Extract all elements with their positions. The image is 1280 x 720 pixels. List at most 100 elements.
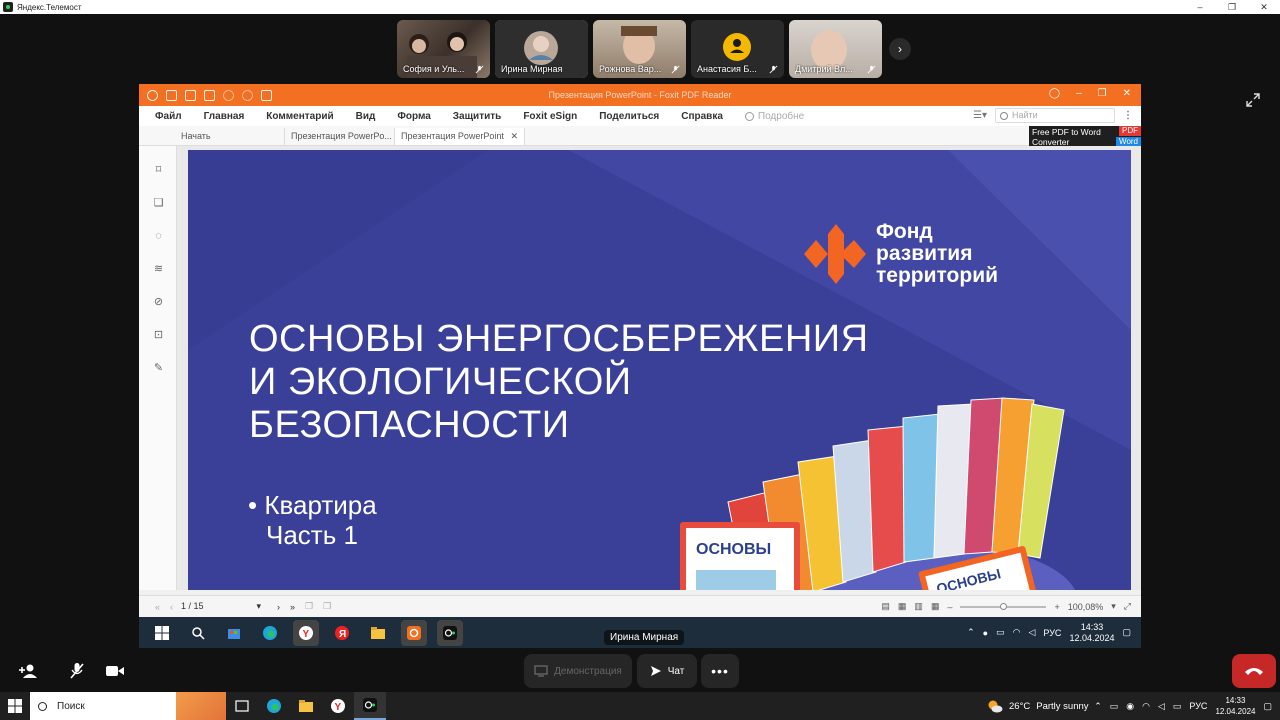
volume-icon[interactable]: ◁ xyxy=(1028,627,1035,638)
notification-icon[interactable]: ▢ xyxy=(1263,701,1272,712)
layers-icon[interactable]: ≋ xyxy=(152,263,165,276)
converter-ad[interactable]: Free PDF to Word Converter PDF Word xyxy=(1029,126,1141,148)
maximize-button[interactable]: ❐ xyxy=(1216,0,1248,14)
view-options-icon[interactable]: ☰▾ xyxy=(973,110,987,121)
copy-page-icon[interactable]: ❐ xyxy=(305,601,313,612)
edge-icon[interactable] xyxy=(258,692,290,720)
telemost-taskbar-icon[interactable] xyxy=(437,619,463,646)
menu-comment[interactable]: Комментарий xyxy=(266,111,333,122)
menu-protect[interactable]: Защитить xyxy=(453,111,502,122)
comments-icon[interactable]: ◌ xyxy=(152,230,165,243)
pages-icon[interactable]: ❏ xyxy=(152,197,165,210)
tab-presentation-2[interactable]: Презентация PowerPoint ✕ xyxy=(395,128,525,145)
weather-widget[interactable]: 26°C Partly sunny xyxy=(987,692,1089,720)
attachment-icon[interactable]: ⊘ xyxy=(152,296,165,309)
security-icon[interactable]: ⊡ xyxy=(152,329,165,342)
close-button[interactable]: ✕ xyxy=(1248,0,1280,14)
signature-icon[interactable]: ✎ xyxy=(152,362,165,375)
search-icon[interactable] xyxy=(185,620,211,646)
menu-help[interactable]: Справка xyxy=(681,111,723,122)
minimize-button[interactable]: – xyxy=(1076,88,1082,99)
grid-view-icon[interactable]: ▦ xyxy=(931,601,940,612)
more-icon[interactable]: ⋮ xyxy=(1123,110,1133,121)
taskbar-search[interactable]: Поиск xyxy=(30,692,226,720)
microphone-icon[interactable]: ● xyxy=(983,628,988,638)
menu-home[interactable]: Главная xyxy=(204,111,245,122)
prev-page-icon[interactable]: ‹ xyxy=(170,602,173,612)
page-indicator[interactable]: 1 / 15 ▾ xyxy=(181,601,261,612)
yandex-browser-icon[interactable]: Y xyxy=(293,619,319,646)
shared-clock[interactable]: 14:33 12.04.2024 xyxy=(1069,622,1114,644)
chat-button[interactable]: Чат xyxy=(637,654,697,688)
page-dropdown-icon[interactable]: ▾ xyxy=(256,601,261,612)
zoom-dropdown-icon[interactable]: ▾ xyxy=(1111,601,1116,612)
camera-toggle-button[interactable] xyxy=(98,654,132,688)
participant-tile[interactable]: Рожнова Вар... xyxy=(593,20,686,78)
file-explorer-icon[interactable] xyxy=(365,620,391,646)
telemost-taskbar-icon[interactable] xyxy=(354,692,386,720)
notification-icon[interactable]: ▢ xyxy=(1122,627,1131,638)
close-tab-icon[interactable]: ✕ xyxy=(510,131,518,142)
more-options-button[interactable]: ••• xyxy=(701,654,739,688)
yandex-browser-icon[interactable]: Y xyxy=(322,692,354,720)
edge-icon[interactable] xyxy=(257,620,283,646)
zoom-value[interactable]: 100,08% xyxy=(1068,602,1104,612)
store-icon[interactable] xyxy=(221,620,247,646)
location-icon[interactable]: ◉ xyxy=(1126,701,1134,712)
battery-icon[interactable]: ▭ xyxy=(1110,701,1119,712)
participant-tile[interactable]: Анастасия Б... xyxy=(691,20,784,78)
first-page-icon[interactable]: « xyxy=(155,602,160,612)
touchpad-icon[interactable]: ▭ xyxy=(996,627,1005,638)
menu-form[interactable]: Форма xyxy=(397,111,430,122)
minimize-button[interactable]: – xyxy=(1184,0,1216,14)
tab-presentation-1[interactable]: Презентация PowerPo... xyxy=(285,128,395,145)
tray-up-icon[interactable]: ⌃ xyxy=(967,627,975,638)
next-page-icon[interactable]: › xyxy=(277,602,280,612)
chevron-right-icon[interactable]: › xyxy=(889,38,911,60)
yandex-icon[interactable]: Я xyxy=(329,620,355,646)
tell-me-box[interactable]: Подробне xyxy=(744,111,804,122)
menu-esign[interactable]: Foxit eSign xyxy=(523,111,577,122)
facing-page-icon[interactable]: ▥ xyxy=(914,601,923,612)
wifi-icon[interactable]: ◠ xyxy=(1013,627,1021,638)
display-icon[interactable]: ▭ xyxy=(1173,701,1182,712)
end-call-button[interactable] xyxy=(1232,654,1276,688)
microphone-toggle-button[interactable] xyxy=(60,654,94,688)
extract-page-icon[interactable]: ❐ xyxy=(323,601,331,612)
tab-start[interactable]: Начать xyxy=(175,128,285,145)
participant-tile[interactable]: София и Уль... xyxy=(397,20,490,78)
bookmark-icon[interactable]: ⌑ xyxy=(152,164,165,177)
restore-button[interactable]: ❐ xyxy=(1098,88,1107,99)
wifi-icon[interactable]: ◠ xyxy=(1142,701,1150,712)
participant-tile[interactable]: Дмитрий Вл... xyxy=(789,20,882,78)
fit-window-icon[interactable]: ⤢ xyxy=(1124,601,1131,612)
language-indicator[interactable]: РУС xyxy=(1043,628,1061,638)
close-button[interactable]: ✕ xyxy=(1123,88,1131,99)
task-view-icon[interactable] xyxy=(226,692,258,720)
participant-tile-active[interactable]: Ирина Мирная xyxy=(495,20,588,78)
account-icon[interactable]: ◯ xyxy=(1049,88,1060,99)
menu-share[interactable]: Поделиться xyxy=(599,111,659,122)
screen-share-button[interactable]: Демонстрация xyxy=(524,654,632,688)
language-indicator[interactable]: РУС xyxy=(1189,701,1207,711)
zoom-slider-knob[interactable] xyxy=(1000,602,1008,610)
volume-icon[interactable]: ◁ xyxy=(1158,701,1165,712)
zoom-out-icon[interactable]: – xyxy=(947,602,952,612)
foxit-taskbar-icon[interactable] xyxy=(401,619,427,646)
foxit-sidebar: ⌑ ❏ ◌ ≋ ⊘ ⊡ ✎ xyxy=(139,146,177,590)
windows-start-icon[interactable] xyxy=(149,620,175,646)
menu-file[interactable]: Файл xyxy=(155,111,182,122)
tray-up-icon[interactable]: ⌃ xyxy=(1094,701,1102,712)
single-page-icon[interactable]: ▤ xyxy=(881,601,890,612)
fullscreen-icon[interactable] xyxy=(1246,93,1264,111)
last-page-icon[interactable]: » xyxy=(290,602,295,612)
continuous-page-icon[interactable]: ▦ xyxy=(898,601,907,612)
file-explorer-icon[interactable] xyxy=(290,692,322,720)
taskbar-clock[interactable]: 14:33 12.04.2024 xyxy=(1215,695,1255,717)
windows-start-button[interactable] xyxy=(0,692,30,720)
invite-participant-button[interactable] xyxy=(12,654,46,688)
zoom-in-icon[interactable]: + xyxy=(1054,602,1059,612)
menu-view[interactable]: Вид xyxy=(356,111,376,122)
find-input[interactable]: Найти xyxy=(995,108,1115,123)
zoom-slider[interactable] xyxy=(960,602,1047,610)
